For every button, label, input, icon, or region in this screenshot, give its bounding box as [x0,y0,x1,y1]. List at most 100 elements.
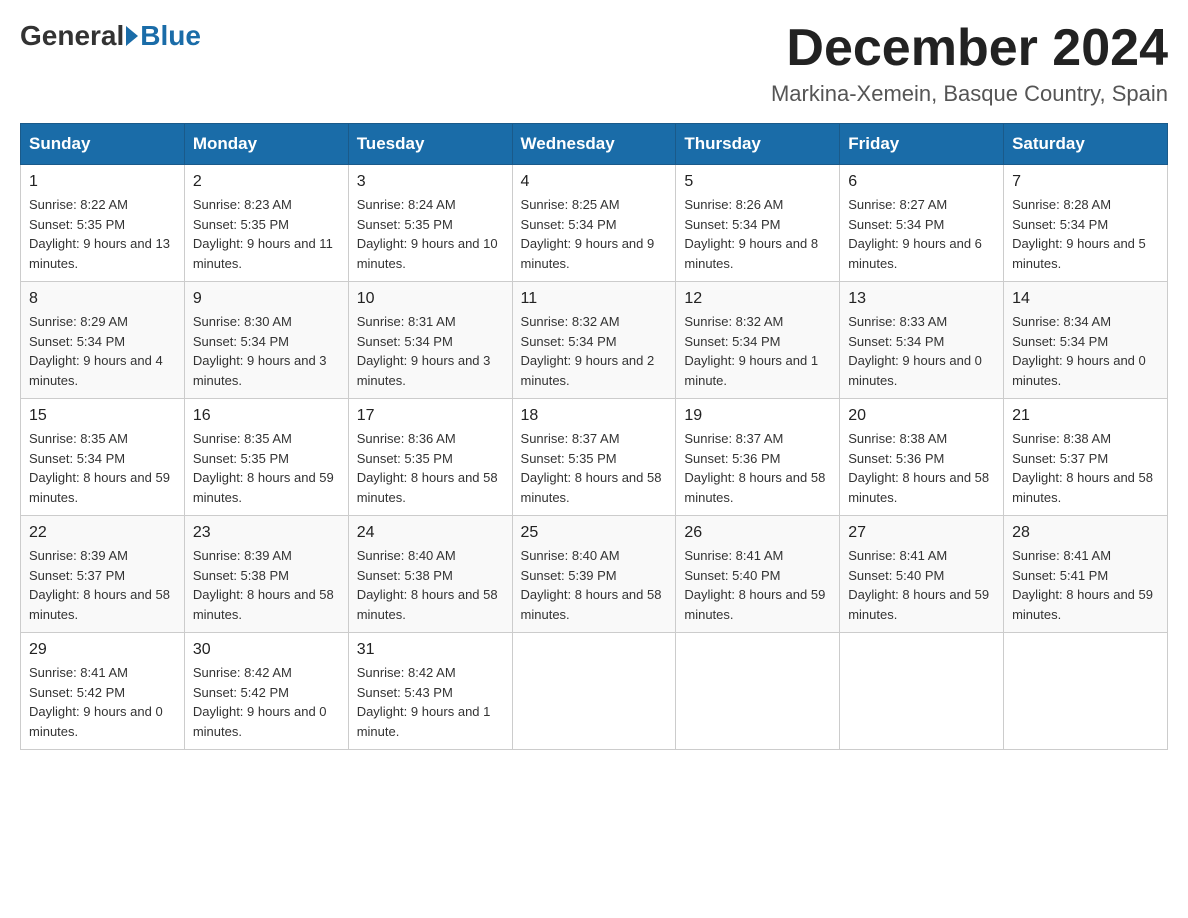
title-section: December 2024 Markina-Xemein, Basque Cou… [771,20,1168,107]
col-sunday: Sunday [21,124,185,165]
day-number: 15 [29,407,176,425]
day-info: Sunrise: 8:36 AMSunset: 5:35 PMDaylight:… [357,429,504,507]
day-number: 6 [848,173,995,191]
location-title: Markina-Xemein, Basque Country, Spain [771,81,1168,107]
day-number: 20 [848,407,995,425]
logo-arrow-icon [126,26,138,46]
day-number: 26 [684,524,831,542]
calendar-cell: 16 Sunrise: 8:35 AMSunset: 5:35 PMDaylig… [184,399,348,516]
calendar-cell: 6 Sunrise: 8:27 AMSunset: 5:34 PMDayligh… [840,165,1004,282]
calendar-cell: 19 Sunrise: 8:37 AMSunset: 5:36 PMDaylig… [676,399,840,516]
day-number: 28 [1012,524,1159,542]
day-number: 19 [684,407,831,425]
calendar-cell: 2 Sunrise: 8:23 AMSunset: 5:35 PMDayligh… [184,165,348,282]
day-info: Sunrise: 8:37 AMSunset: 5:36 PMDaylight:… [684,429,831,507]
day-info: Sunrise: 8:27 AMSunset: 5:34 PMDaylight:… [848,195,995,273]
day-info: Sunrise: 8:42 AMSunset: 5:43 PMDaylight:… [357,663,504,741]
day-number: 9 [193,290,340,308]
calendar-cell: 3 Sunrise: 8:24 AMSunset: 5:35 PMDayligh… [348,165,512,282]
day-number: 29 [29,641,176,659]
day-number: 22 [29,524,176,542]
day-info: Sunrise: 8:38 AMSunset: 5:37 PMDaylight:… [1012,429,1159,507]
calendar-cell: 7 Sunrise: 8:28 AMSunset: 5:34 PMDayligh… [1004,165,1168,282]
calendar-cell: 25 Sunrise: 8:40 AMSunset: 5:39 PMDaylig… [512,516,676,633]
day-info: Sunrise: 8:28 AMSunset: 5:34 PMDaylight:… [1012,195,1159,273]
day-number: 13 [848,290,995,308]
calendar-table: Sunday Monday Tuesday Wednesday Thursday… [20,123,1168,750]
day-info: Sunrise: 8:26 AMSunset: 5:34 PMDaylight:… [684,195,831,273]
calendar-cell: 11 Sunrise: 8:32 AMSunset: 5:34 PMDaylig… [512,282,676,399]
calendar-cell: 21 Sunrise: 8:38 AMSunset: 5:37 PMDaylig… [1004,399,1168,516]
calendar-cell: 9 Sunrise: 8:30 AMSunset: 5:34 PMDayligh… [184,282,348,399]
logo: General Blue [20,20,201,52]
day-number: 8 [29,290,176,308]
day-number: 10 [357,290,504,308]
calendar-cell: 1 Sunrise: 8:22 AMSunset: 5:35 PMDayligh… [21,165,185,282]
col-tuesday: Tuesday [348,124,512,165]
calendar-header-row: Sunday Monday Tuesday Wednesday Thursday… [21,124,1168,165]
calendar-cell: 10 Sunrise: 8:31 AMSunset: 5:34 PMDaylig… [348,282,512,399]
calendar-week-row: 8 Sunrise: 8:29 AMSunset: 5:34 PMDayligh… [21,282,1168,399]
day-info: Sunrise: 8:40 AMSunset: 5:39 PMDaylight:… [521,546,668,624]
calendar-cell: 13 Sunrise: 8:33 AMSunset: 5:34 PMDaylig… [840,282,1004,399]
day-number: 25 [521,524,668,542]
day-number: 23 [193,524,340,542]
day-number: 27 [848,524,995,542]
day-info: Sunrise: 8:32 AMSunset: 5:34 PMDaylight:… [521,312,668,390]
day-info: Sunrise: 8:35 AMSunset: 5:34 PMDaylight:… [29,429,176,507]
day-number: 5 [684,173,831,191]
logo-blue-text: Blue [140,20,201,52]
day-info: Sunrise: 8:38 AMSunset: 5:36 PMDaylight:… [848,429,995,507]
day-number: 1 [29,173,176,191]
calendar-week-row: 22 Sunrise: 8:39 AMSunset: 5:37 PMDaylig… [21,516,1168,633]
day-info: Sunrise: 8:23 AMSunset: 5:35 PMDaylight:… [193,195,340,273]
day-number: 2 [193,173,340,191]
calendar-cell: 30 Sunrise: 8:42 AMSunset: 5:42 PMDaylig… [184,633,348,750]
calendar-cell: 28 Sunrise: 8:41 AMSunset: 5:41 PMDaylig… [1004,516,1168,633]
day-info: Sunrise: 8:30 AMSunset: 5:34 PMDaylight:… [193,312,340,390]
day-number: 7 [1012,173,1159,191]
day-number: 16 [193,407,340,425]
day-number: 14 [1012,290,1159,308]
day-info: Sunrise: 8:41 AMSunset: 5:40 PMDaylight:… [684,546,831,624]
col-thursday: Thursday [676,124,840,165]
calendar-cell: 31 Sunrise: 8:42 AMSunset: 5:43 PMDaylig… [348,633,512,750]
calendar-week-row: 29 Sunrise: 8:41 AMSunset: 5:42 PMDaylig… [21,633,1168,750]
col-friday: Friday [840,124,1004,165]
calendar-cell: 4 Sunrise: 8:25 AMSunset: 5:34 PMDayligh… [512,165,676,282]
calendar-cell: 5 Sunrise: 8:26 AMSunset: 5:34 PMDayligh… [676,165,840,282]
day-info: Sunrise: 8:40 AMSunset: 5:38 PMDaylight:… [357,546,504,624]
month-title: December 2024 [771,20,1168,77]
calendar-cell [676,633,840,750]
calendar-cell: 26 Sunrise: 8:41 AMSunset: 5:40 PMDaylig… [676,516,840,633]
calendar-cell: 29 Sunrise: 8:41 AMSunset: 5:42 PMDaylig… [21,633,185,750]
day-number: 3 [357,173,504,191]
calendar-cell: 24 Sunrise: 8:40 AMSunset: 5:38 PMDaylig… [348,516,512,633]
day-info: Sunrise: 8:41 AMSunset: 5:42 PMDaylight:… [29,663,176,741]
day-number: 17 [357,407,504,425]
day-info: Sunrise: 8:39 AMSunset: 5:37 PMDaylight:… [29,546,176,624]
day-info: Sunrise: 8:24 AMSunset: 5:35 PMDaylight:… [357,195,504,273]
day-info: Sunrise: 8:41 AMSunset: 5:41 PMDaylight:… [1012,546,1159,624]
calendar-cell: 15 Sunrise: 8:35 AMSunset: 5:34 PMDaylig… [21,399,185,516]
day-info: Sunrise: 8:39 AMSunset: 5:38 PMDaylight:… [193,546,340,624]
col-monday: Monday [184,124,348,165]
calendar-week-row: 15 Sunrise: 8:35 AMSunset: 5:34 PMDaylig… [21,399,1168,516]
calendar-cell: 20 Sunrise: 8:38 AMSunset: 5:36 PMDaylig… [840,399,1004,516]
day-number: 30 [193,641,340,659]
day-number: 11 [521,290,668,308]
calendar-cell: 27 Sunrise: 8:41 AMSunset: 5:40 PMDaylig… [840,516,1004,633]
day-info: Sunrise: 8:31 AMSunset: 5:34 PMDaylight:… [357,312,504,390]
day-info: Sunrise: 8:32 AMSunset: 5:34 PMDaylight:… [684,312,831,390]
day-info: Sunrise: 8:35 AMSunset: 5:35 PMDaylight:… [193,429,340,507]
col-wednesday: Wednesday [512,124,676,165]
day-number: 24 [357,524,504,542]
calendar-cell: 14 Sunrise: 8:34 AMSunset: 5:34 PMDaylig… [1004,282,1168,399]
calendar-cell [840,633,1004,750]
day-number: 12 [684,290,831,308]
calendar-cell [1004,633,1168,750]
logo-general-text: General [20,20,124,52]
page-header: General Blue December 2024 Markina-Xemei… [20,20,1168,107]
calendar-cell: 18 Sunrise: 8:37 AMSunset: 5:35 PMDaylig… [512,399,676,516]
calendar-cell: 23 Sunrise: 8:39 AMSunset: 5:38 PMDaylig… [184,516,348,633]
